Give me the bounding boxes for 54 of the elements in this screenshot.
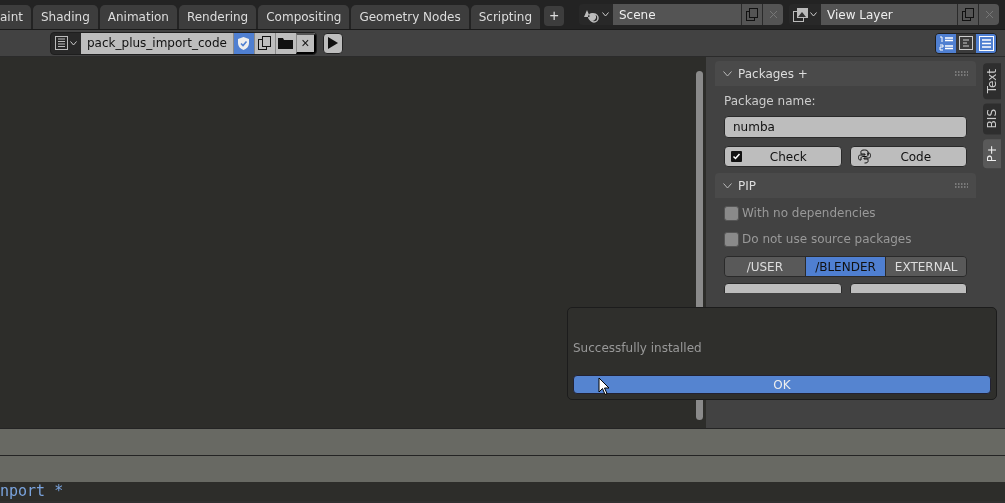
- checkbox-label: Do not use source packages: [742, 232, 912, 246]
- segment-button[interactable]: /USER: [725, 257, 805, 276]
- caret-icon: [810, 12, 817, 17]
- workspace-tab[interactable]: Rendering: [178, 5, 257, 29]
- panel-header[interactable]: Packages +: [715, 61, 976, 86]
- checkbox[interactable]: [724, 231, 739, 247]
- workspace-tab[interactable]: Shading: [33, 5, 98, 29]
- toggle-button[interactable]: [976, 33, 996, 53]
- code-line: nport *: [0, 482, 64, 501]
- sidebar-tab[interactable]: Text: [983, 63, 1001, 100]
- panel-title: PIP: [738, 178, 756, 193]
- close-button[interactable]: [978, 4, 999, 25]
- checkbox-icon: [731, 151, 742, 162]
- check-button[interactable]: Check: [724, 146, 842, 167]
- drag-handle-icon[interactable]: [955, 183, 968, 188]
- chevron-icon: [723, 70, 732, 77]
- run-script-button[interactable]: [322, 32, 343, 54]
- toggle-button[interactable]: [936, 33, 956, 53]
- close-icon: [984, 10, 994, 19]
- field-label: Package name:: [724, 94, 817, 108]
- sidebar-tab[interactable]: BIS: [983, 103, 1001, 135]
- workspace-tab[interactable]: aint: [0, 5, 31, 29]
- caret-icon: [602, 12, 609, 17]
- message-text: Successfully installed: [573, 341, 703, 355]
- copy-icon: [746, 8, 758, 21]
- close-button[interactable]: [762, 4, 783, 25]
- text-lines-icon: [959, 36, 973, 50]
- numbered-list-icon: [938, 35, 954, 51]
- highlight-lines-icon: [978, 35, 994, 51]
- play-icon: [327, 37, 338, 49]
- close-icon: [768, 10, 778, 19]
- panel-title: Packages +: [738, 66, 808, 81]
- drag-handle-icon[interactable]: [955, 71, 968, 76]
- workspace-tab[interactable]: Geometry Nodes: [351, 5, 469, 29]
- segment-button[interactable]: /BLENDER: [804, 257, 886, 276]
- checkbox-label: With no dependencies: [742, 206, 876, 220]
- toggle-button[interactable]: [956, 33, 976, 53]
- panel-header[interactable]: PIP: [715, 173, 976, 198]
- add-workspace-button[interactable]: +: [544, 6, 565, 26]
- checkbox[interactable]: [724, 205, 739, 221]
- image-stack-icon: [793, 7, 809, 22]
- workspace-tab[interactable]: Scripting: [470, 5, 541, 29]
- workspace-tab[interactable]: Compositing: [258, 5, 350, 29]
- view-layer-name-field[interactable]: View Layer: [821, 4, 957, 25]
- sidebar-tab[interactable]: P+: [983, 138, 1001, 168]
- copy-icon: [962, 8, 974, 21]
- code-button[interactable]: Code: [849, 146, 967, 167]
- scene-name-field[interactable]: Scene: [613, 4, 741, 25]
- chevron-icon: [723, 182, 732, 189]
- package-name-field[interactable]: numba: [724, 116, 967, 138]
- python-icon: [856, 149, 872, 164]
- workspace-tab[interactable]: Animation: [99, 5, 177, 29]
- mouse-cursor-icon: [598, 377, 610, 396]
- segment-button[interactable]: EXTERNAL: [885, 257, 966, 276]
